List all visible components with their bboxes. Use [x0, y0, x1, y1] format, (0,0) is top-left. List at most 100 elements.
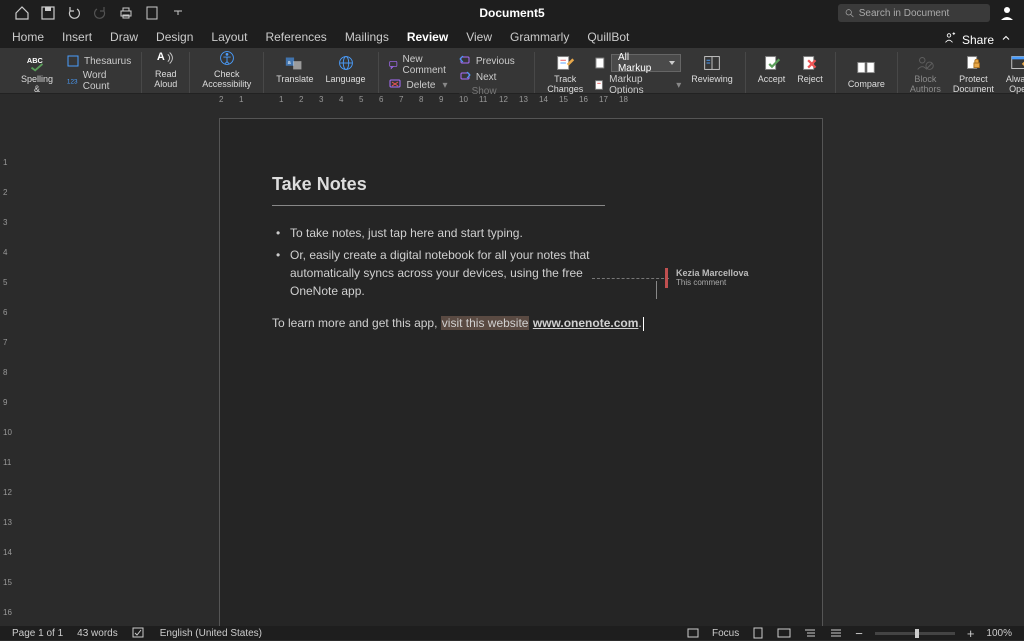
- zoom-in-button[interactable]: +: [967, 626, 975, 641]
- doc-icon: [593, 56, 607, 70]
- accept-button[interactable]: Accept: [752, 52, 792, 86]
- svg-text:ABC: ABC: [27, 56, 44, 65]
- document-title: Document5: [479, 6, 544, 20]
- tab-view[interactable]: View: [466, 30, 492, 48]
- language-indicator[interactable]: English (United States): [160, 628, 262, 639]
- markup-display-select[interactable]: All Markup: [593, 54, 681, 72]
- save-icon[interactable]: [40, 5, 56, 21]
- paragraph[interactable]: To learn more and get this app, visit th…: [272, 314, 770, 332]
- language-button[interactable]: Language: [319, 52, 371, 86]
- delete-comment-button[interactable]: Delete▾: [389, 78, 450, 92]
- customize-icon[interactable]: [170, 5, 186, 21]
- comment-text: This comment: [676, 278, 749, 288]
- thesaurus-button[interactable]: Thesaurus: [66, 54, 131, 68]
- compare-button[interactable]: Compare: [842, 57, 891, 91]
- zoom-out-button[interactable]: −: [855, 626, 863, 641]
- tab-layout[interactable]: Layout: [211, 30, 247, 48]
- status-bar: Page 1 of 1 43 words English (United Sta…: [0, 626, 1024, 640]
- previous-comment-button[interactable]: Previous: [458, 54, 524, 68]
- block-authors-button[interactable]: BlockAuthors: [904, 52, 947, 96]
- tab-grammarly[interactable]: Grammarly: [510, 30, 569, 48]
- markup-options-button[interactable]: Markup Options▾: [593, 74, 681, 96]
- translate-button[interactable]: a Translate: [270, 52, 319, 86]
- word-count-button[interactable]: 123Word Count: [66, 70, 131, 92]
- comment-balloon[interactable]: Kezia Marcellova This comment: [676, 268, 749, 288]
- comment-x-icon: [389, 78, 403, 92]
- page[interactable]: Take Notes To take notes, just tap here …: [219, 118, 823, 626]
- tab-insert[interactable]: Insert: [62, 30, 92, 48]
- book-icon: [66, 54, 80, 68]
- reviewing-pane-button[interactable]: Reviewing: [685, 52, 739, 86]
- page-title[interactable]: Take Notes: [272, 174, 770, 195]
- block-authors-icon: [914, 54, 936, 72]
- comment-plus-icon: [389, 58, 399, 72]
- tab-review[interactable]: Review: [407, 30, 448, 48]
- tab-mailings[interactable]: Mailings: [345, 30, 389, 48]
- template-icon[interactable]: [144, 5, 160, 21]
- page-indicator[interactable]: Page 1 of 1: [12, 628, 63, 639]
- zoom-slider[interactable]: [875, 632, 955, 635]
- accept-icon: [761, 54, 783, 72]
- divider: [272, 205, 605, 206]
- tab-quillbot[interactable]: QuillBot: [587, 30, 629, 48]
- translate-icon: a: [284, 54, 306, 72]
- account-icon[interactable]: [998, 5, 1016, 21]
- abc-check-icon: ABC: [26, 54, 48, 72]
- title-bar: Document5: [0, 0, 1024, 26]
- reviewing-pane-icon: [701, 54, 723, 72]
- highlighted-text[interactable]: visit this website: [441, 316, 530, 330]
- markup-icon: [593, 78, 605, 92]
- comment-anchor: [656, 281, 657, 299]
- print-icon[interactable]: [118, 5, 134, 21]
- tab-home[interactable]: Home: [12, 30, 44, 48]
- focus-mode-button[interactable]: Focus: [712, 628, 739, 639]
- search-input[interactable]: [859, 8, 984, 19]
- horizontal-ruler[interactable]: 21123456789101112131415161718: [16, 94, 1024, 108]
- prev-comment-icon: [458, 54, 472, 68]
- reject-button[interactable]: Reject: [791, 52, 829, 86]
- undo-icon[interactable]: [66, 5, 82, 21]
- text-cursor: [643, 317, 644, 331]
- reject-icon: [799, 54, 821, 72]
- redo-icon[interactable]: [92, 5, 108, 21]
- home-icon[interactable]: [14, 5, 30, 21]
- tab-references[interactable]: References: [265, 30, 326, 48]
- svg-text:A: A: [157, 51, 165, 63]
- search-box[interactable]: [838, 4, 990, 22]
- share-button[interactable]: Share: [962, 33, 994, 47]
- read-aloud-button[interactable]: A ReadAloud: [148, 47, 183, 91]
- hyperlink[interactable]: www.onenote.com: [533, 316, 639, 330]
- readonly-icon: [1009, 54, 1024, 72]
- tab-draw[interactable]: Draw: [110, 30, 138, 48]
- list-item[interactable]: Or, easily create a digital notebook for…: [276, 246, 596, 300]
- outline-view-icon[interactable]: [803, 627, 817, 639]
- list-item[interactable]: To take notes, just tap here and start t…: [276, 224, 770, 242]
- web-layout-icon[interactable]: [777, 627, 791, 639]
- word-count-indicator[interactable]: 43 words: [77, 628, 118, 639]
- track-changes-button[interactable]: TrackChanges: [541, 52, 589, 96]
- ribbon-tabs: Home Insert Draw Design Layout Reference…: [0, 26, 1024, 48]
- track-changes-icon: [554, 54, 576, 72]
- count-icon: 123: [66, 74, 79, 88]
- accessibility-icon: [216, 49, 238, 67]
- print-layout-icon[interactable]: [751, 627, 765, 639]
- collapse-ribbon-icon[interactable]: [1000, 32, 1012, 47]
- new-comment-button[interactable]: New Comment: [389, 54, 450, 76]
- svg-text:123: 123: [67, 79, 78, 86]
- check-accessibility-button[interactable]: CheckAccessibility: [196, 47, 257, 91]
- zoom-level[interactable]: 100%: [986, 628, 1012, 639]
- document-area: Take Notes To take notes, just tap here …: [16, 108, 1024, 626]
- draft-view-icon[interactable]: [829, 627, 843, 639]
- comment-author: Kezia Marcellova: [676, 268, 749, 278]
- share-icon[interactable]: [942, 31, 956, 48]
- next-comment-button[interactable]: Next: [458, 70, 524, 84]
- next-comment-icon: [458, 70, 472, 84]
- tab-design[interactable]: Design: [156, 30, 193, 48]
- speaker-icon: A: [155, 49, 177, 67]
- protect-document-button[interactable]: ProtectDocument: [947, 52, 1000, 96]
- ribbon: ABC Spelling &Grammar Thesaurus 123Word …: [0, 48, 1024, 94]
- focus-icon[interactable]: [686, 627, 700, 639]
- vertical-ruler[interactable]: 1234567891011121314151617: [0, 108, 16, 626]
- spellcheck-status-icon[interactable]: [132, 627, 146, 639]
- shield-icon: [962, 54, 984, 72]
